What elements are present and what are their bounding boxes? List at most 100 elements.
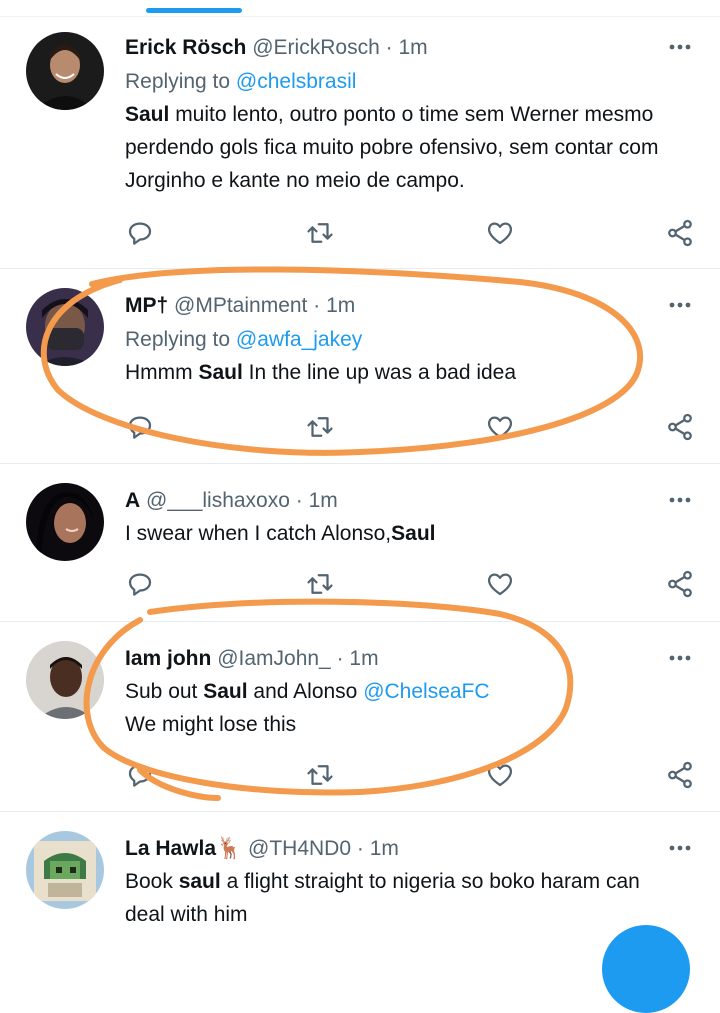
display-name[interactable]: La Hawla🦌 [125, 837, 242, 860]
handle[interactable]: @TH4ND0 [248, 837, 351, 860]
tweet-card[interactable]: La Hawla🦌 @TH4ND0 · 1m Book saul a fligh… [0, 812, 720, 955]
handle[interactable]: @IamJohn_ [217, 647, 331, 670]
reply-button[interactable] [125, 412, 155, 442]
tweet-card[interactable]: Iam john @IamJohn_ · 1m Sub out Saul and… [0, 622, 720, 812]
tweet-card[interactable]: MP† @MPtainment · 1m Replying to @awfa_j… [0, 269, 720, 464]
avatar[interactable] [26, 32, 104, 110]
like-icon [487, 573, 513, 596]
tweet-header: MP† @MPtainment · 1m [125, 293, 680, 319]
handle[interactable]: @___lishaxoxo [146, 489, 290, 512]
tweet-actions [125, 569, 695, 601]
tweet-text: Book saul a flight straight to nigeria s… [125, 865, 680, 931]
tweet-text-segment: We might lose this [125, 713, 297, 736]
highlighted-keyword: Saul [125, 103, 170, 126]
replying-prefix: Replying to [125, 328, 231, 351]
display-name[interactable]: Iam john [125, 647, 211, 670]
like-button[interactable] [485, 760, 515, 790]
replying-to-mention[interactable]: @chelsbrasil [236, 70, 357, 93]
tweet-text: Hmmm Saul In the line up was a bad idea [125, 356, 680, 389]
retweet-icon [307, 223, 333, 243]
tweet-text: I swear when I catch Alonso,Saul [125, 517, 680, 550]
share-icon [668, 761, 692, 789]
tweet-actions [125, 760, 695, 792]
handle[interactable]: @ErickRosch [252, 36, 380, 59]
like-button[interactable] [485, 569, 515, 599]
avatar[interactable] [26, 483, 104, 561]
separator-dot: · [313, 294, 321, 317]
tweet-text-segment: Book [125, 870, 179, 893]
like-button[interactable] [485, 218, 515, 248]
separator-dot: · [356, 837, 364, 860]
timestamp[interactable]: 1m [309, 489, 338, 512]
tweet-text-segment: muito lento, outro ponto o time sem Wern… [125, 103, 659, 192]
highlighted-keyword: Saul [203, 680, 248, 703]
more-icon[interactable] [668, 654, 692, 662]
like-icon [487, 416, 513, 439]
retweet-icon [307, 574, 333, 594]
tweet-text-segment: Sub out [125, 680, 204, 703]
display-name[interactable]: Erick Rösch [125, 36, 246, 59]
avatar[interactable] [26, 641, 104, 719]
reply-button[interactable] [125, 760, 155, 790]
more-icon[interactable] [668, 496, 692, 504]
handle[interactable]: @MPtainment [174, 294, 307, 317]
retweet-button[interactable] [305, 218, 335, 248]
tweet-header: Erick Rösch @ErickRosch · 1m [125, 35, 680, 61]
highlighted-keyword: saul [178, 870, 221, 893]
tweet-text: Sub out Saul and Alonso @ChelseaFC We mig… [125, 675, 680, 741]
mention-link[interactable]: @ChelseaFC [363, 680, 489, 703]
highlighted-keyword: Saul [198, 361, 243, 384]
tweet-text-segment: I swear when I catch Alonso, [125, 522, 392, 545]
tweet-text-segment: and Alonso [247, 680, 364, 703]
timestamp[interactable]: 1m [326, 294, 355, 317]
reply-icon [128, 764, 152, 787]
share-button[interactable] [665, 412, 695, 442]
share-button[interactable] [665, 569, 695, 599]
share-icon [668, 570, 692, 598]
replying-prefix: Replying to [125, 70, 231, 93]
tweet-actions [125, 412, 695, 444]
compose-tweet-button[interactable] [602, 925, 690, 1013]
avatar[interactable] [26, 288, 104, 366]
like-icon [487, 222, 513, 245]
reply-button[interactable] [125, 218, 155, 248]
reply-button[interactable] [125, 569, 155, 599]
share-button[interactable] [665, 760, 695, 790]
share-icon [668, 413, 692, 441]
more-icon[interactable] [668, 844, 692, 852]
timestamp[interactable]: 1m [370, 837, 399, 860]
retweet-button[interactable] [305, 760, 335, 790]
tweet-header: Iam john @IamJohn_ · 1m [125, 646, 680, 672]
display-name[interactable]: A [125, 489, 140, 512]
retweet-icon [307, 417, 333, 437]
reply-icon [128, 573, 152, 596]
share-button[interactable] [665, 218, 695, 248]
tweet-text-segment: Hmmm [125, 361, 199, 384]
display-name[interactable]: MP† [125, 294, 168, 317]
tweet-header: La Hawla🦌 @TH4ND0 · 1m [125, 836, 680, 862]
replying-to-mention[interactable]: @awfa_jakey [236, 328, 362, 351]
retweet-icon [307, 765, 333, 785]
avatar[interactable] [26, 831, 104, 909]
timestamp[interactable]: 1m [398, 36, 427, 59]
reply-icon [128, 222, 152, 245]
separator-dot: · [295, 489, 303, 512]
tweet-header: A @___lishaxoxo · 1m [125, 488, 680, 514]
tweet-actions [125, 218, 695, 250]
highlighted-keyword: Saul [391, 522, 436, 545]
tweet-text: Saul muito lento, outro ponto o time sem… [125, 98, 680, 197]
timestamp[interactable]: 1m [349, 647, 378, 670]
retweet-button[interactable] [305, 569, 335, 599]
replying-to-line: Replying to @awfa_jakey [125, 327, 680, 353]
like-button[interactable] [485, 412, 515, 442]
tweet-card[interactable]: A @___lishaxoxo · 1m I swear when I catc… [0, 464, 720, 622]
more-icon[interactable] [668, 301, 692, 309]
tweet-card[interactable]: Erick Rösch @ErickRosch · 1m Replying to… [0, 17, 720, 269]
share-icon [668, 219, 692, 247]
replying-to-line: Replying to @chelsbrasil [125, 69, 680, 95]
reply-icon [128, 416, 152, 439]
active-tab-indicator [146, 8, 242, 13]
retweet-button[interactable] [305, 412, 335, 442]
more-icon[interactable] [668, 43, 692, 51]
like-icon [487, 764, 513, 787]
